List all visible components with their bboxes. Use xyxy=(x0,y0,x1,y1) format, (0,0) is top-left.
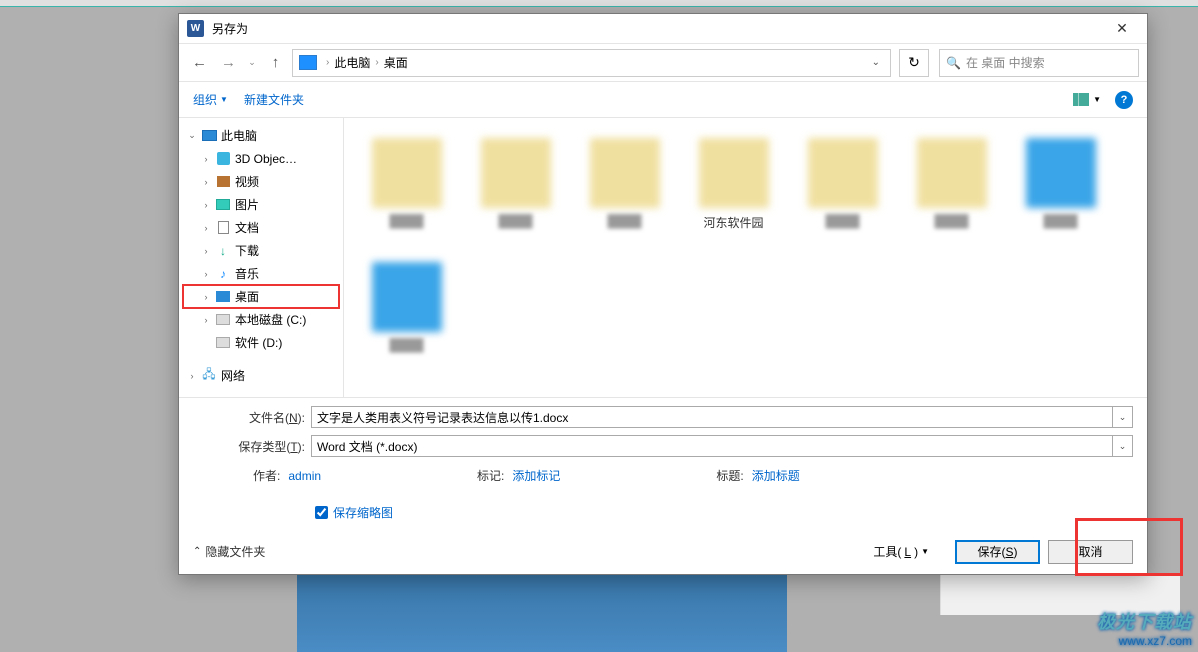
file-list[interactable]: ████ ████ ████ 河东软件园 ████ ████ ████ ████ xyxy=(344,118,1147,397)
filename-label: 文件名(N): xyxy=(193,409,311,426)
pc-icon xyxy=(299,55,317,70)
toolbar: 组织▼ 新建文件夹 ▼ ? xyxy=(179,82,1147,118)
view-button[interactable]: ▼ xyxy=(1073,93,1101,106)
filename-input[interactable] xyxy=(311,406,1113,428)
file-item[interactable]: ████ xyxy=(354,252,459,372)
file-item[interactable]: ████ xyxy=(572,128,677,248)
thumbnail-label: 保存缩略图 xyxy=(333,504,393,521)
file-item[interactable]: ████ xyxy=(354,128,459,248)
breadcrumb-dropdown[interactable]: ⌄ xyxy=(866,57,886,68)
filetype-label: 保存类型(T): xyxy=(193,438,311,455)
recent-dropdown[interactable]: ⌄ xyxy=(245,50,259,75)
tag-label: 标记: xyxy=(477,467,504,484)
file-item[interactable]: ████ xyxy=(899,128,1004,248)
nav-bar: ← → ⌄ ↑ › 此电脑 › 桌面 ⌄ ↻ 🔍 在 桌面 中搜索 xyxy=(179,44,1147,82)
tree-disk-c[interactable]: ›本地磁盘 (C:) xyxy=(183,308,339,331)
dialog-title: 另存为 xyxy=(212,20,1102,37)
back-button[interactable]: ← xyxy=(187,50,212,75)
filetype-dropdown[interactable]: ⌄ xyxy=(1113,435,1133,457)
save-as-dialog: W 另存为 ✕ ← → ⌄ ↑ › 此电脑 › 桌面 ⌄ ↻ 🔍 在 桌面 中搜… xyxy=(178,13,1148,575)
up-button[interactable]: ↑ xyxy=(263,50,288,75)
breadcrumb-folder[interactable]: 桌面 xyxy=(384,54,408,71)
tree-downloads[interactable]: ›↓下载 xyxy=(183,239,339,262)
file-item[interactable]: ████ xyxy=(463,128,568,248)
filetype-select[interactable] xyxy=(311,435,1113,457)
tools-button[interactable]: 工具(L) ▼ xyxy=(865,539,937,564)
tree-network[interactable]: ›🖧网络 xyxy=(183,364,339,387)
help-button[interactable]: ? xyxy=(1115,91,1133,109)
tree-pictures[interactable]: ›图片 xyxy=(183,193,339,216)
thumbnail-checkbox[interactable] xyxy=(315,506,328,519)
forward-button[interactable]: → xyxy=(216,50,241,75)
tree-this-pc[interactable]: ⌄此电脑 xyxy=(183,124,339,147)
tree-desktop[interactable]: ›桌面 xyxy=(183,285,339,308)
refresh-button[interactable]: ↻ xyxy=(899,49,929,77)
search-input[interactable]: 🔍 在 桌面 中搜索 xyxy=(939,49,1139,77)
new-folder-button[interactable]: 新建文件夹 xyxy=(244,91,304,108)
file-item[interactable]: ████ xyxy=(1008,128,1113,248)
tag-value[interactable]: 添加标记 xyxy=(512,467,560,484)
cancel-button[interactable]: 取消 xyxy=(1048,540,1133,564)
organize-button[interactable]: 组织▼ xyxy=(193,91,228,108)
file-item[interactable]: ████ xyxy=(790,128,895,248)
tree-videos[interactable]: ›视频 xyxy=(183,170,339,193)
tree-documents[interactable]: ›文档 xyxy=(183,216,339,239)
tree-3d-objects[interactable]: ›3D Objec… xyxy=(183,147,339,170)
close-button[interactable]: ✕ xyxy=(1102,15,1142,43)
hide-folders-button[interactable]: ⌃隐藏文件夹 xyxy=(193,543,265,560)
author-label: 作者: xyxy=(253,467,280,484)
breadcrumb-root[interactable]: 此电脑 xyxy=(334,54,370,71)
save-button[interactable]: 保存(S) xyxy=(955,540,1040,564)
watermark: 极光下载站 www.xz7.com xyxy=(1097,608,1192,648)
tree-disk-d[interactable]: 软件 (D:) xyxy=(183,331,339,354)
search-icon: 🔍 xyxy=(946,56,961,70)
sidebar: ⌄此电脑 ›3D Objec… ›视频 ›图片 ›文档 ›↓下载 ›♪音乐 ›桌… xyxy=(179,118,344,397)
title-value[interactable]: 添加标题 xyxy=(752,467,800,484)
filename-dropdown[interactable]: ⌄ xyxy=(1113,406,1133,428)
background-image xyxy=(297,575,787,652)
word-icon: W xyxy=(187,20,204,37)
file-item[interactable]: 河东软件园 xyxy=(681,128,786,248)
title-label: 标题: xyxy=(716,467,743,484)
titlebar: W 另存为 ✕ xyxy=(179,14,1147,44)
tree-music[interactable]: ›♪音乐 xyxy=(183,262,339,285)
breadcrumb[interactable]: › 此电脑 › 桌面 ⌄ xyxy=(292,49,891,77)
bottom-panel: 文件名(N): ⌄ 保存类型(T): ⌄ 作者: admin 标记: 添加标记 … xyxy=(179,397,1147,574)
author-value[interactable]: admin xyxy=(288,469,321,483)
